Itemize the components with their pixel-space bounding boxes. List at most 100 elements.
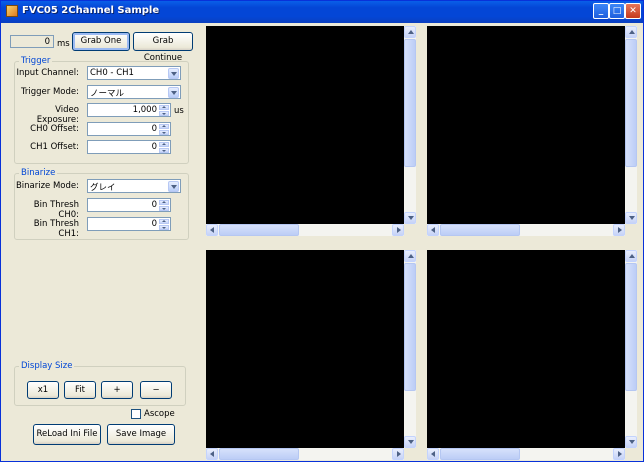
scroll-thumb[interactable] [440, 224, 520, 236]
scroll-up-icon[interactable] [404, 250, 416, 262]
chevron-down-icon[interactable] [168, 181, 179, 192]
spin-up-icon[interactable] [159, 142, 169, 147]
bin-thresh-ch1-value: 0 [151, 219, 157, 229]
grab-time-field: 0 [10, 35, 54, 48]
spin-buttons[interactable] [159, 219, 169, 230]
ch0-offset-label: CH0 Offset: [30, 124, 79, 134]
scroll-right-icon[interactable] [392, 224, 404, 236]
grab-time-value: 0 [44, 37, 50, 47]
spin-buttons[interactable] [159, 142, 169, 153]
bin-thresh-ch0-value: 0 [151, 200, 157, 210]
scroll-up-icon[interactable] [625, 250, 637, 262]
ch1-offset-stepper[interactable]: 0 [87, 140, 171, 154]
image-viewer-4[interactable] [427, 250, 625, 448]
main-window: FVC05 2Channel Sample _ □ ✕ 0 ms Grab On… [0, 0, 644, 462]
input-channel-label: Input Channel: [16, 68, 79, 78]
scroll-corner [404, 448, 416, 460]
video-exposure-stepper[interactable]: 1,000 [87, 103, 171, 117]
image-viewer-1[interactable] [206, 26, 404, 224]
input-channel-select[interactable]: CH0 - CH1 [87, 66, 181, 80]
scroll-thumb[interactable] [219, 224, 299, 236]
scroll-thumb[interactable] [404, 263, 416, 391]
grab-continue-button[interactable]: Grab Continue [133, 32, 193, 63]
scroll-down-icon[interactable] [625, 436, 637, 448]
zoom-out-button[interactable]: − [140, 381, 172, 399]
binarize-mode-select[interactable]: グレイ [87, 179, 181, 193]
bin-thresh-ch0-stepper[interactable]: 0 [87, 198, 171, 212]
scroll-down-icon[interactable] [404, 436, 416, 448]
bin-thresh-ch1-label: Bin Thresh CH1: [33, 219, 79, 239]
bin-thresh-ch0-label: Bin Thresh CH0: [33, 200, 79, 220]
image-viewer-3[interactable] [206, 250, 404, 448]
app-icon [6, 5, 18, 17]
title-bar[interactable]: FVC05 2Channel Sample _ □ ✕ [1, 1, 643, 23]
scroll-corner [625, 224, 637, 236]
scroll-down-icon[interactable] [625, 212, 637, 224]
viewer-4-hscrollbar[interactable] [427, 448, 625, 460]
ascope-label: Ascope [144, 409, 175, 419]
scroll-up-icon[interactable] [625, 26, 637, 38]
scroll-left-icon[interactable] [427, 448, 439, 460]
grab-one-button[interactable]: Grab One [72, 32, 130, 51]
spin-up-icon[interactable] [159, 124, 169, 129]
scroll-right-icon[interactable] [613, 224, 625, 236]
spin-up-icon[interactable] [159, 200, 169, 205]
scroll-thumb[interactable] [219, 448, 299, 460]
scroll-corner [404, 224, 416, 236]
close-icon[interactable]: ✕ [625, 3, 641, 19]
viewer-4-vscrollbar[interactable] [625, 250, 637, 448]
scroll-corner [625, 448, 637, 460]
ascope-checkbox[interactable] [131, 409, 141, 419]
spin-down-icon[interactable] [159, 225, 169, 230]
spin-down-icon[interactable] [159, 148, 169, 153]
ch0-offset-stepper[interactable]: 0 [87, 122, 171, 136]
save-image-button[interactable]: Save Image [107, 424, 175, 445]
scroll-thumb[interactable] [625, 263, 637, 391]
video-exposure-value: 1,000 [132, 105, 157, 115]
trigger-mode-select[interactable]: ノーマル [87, 85, 181, 99]
display-size-group-title: Display Size [19, 361, 75, 371]
maximize-icon[interactable]: □ [609, 3, 625, 19]
video-exposure-unit: us [174, 106, 184, 116]
scroll-thumb[interactable] [625, 39, 637, 167]
scroll-right-icon[interactable] [392, 448, 404, 460]
spin-down-icon[interactable] [159, 111, 169, 116]
spin-up-icon[interactable] [159, 105, 169, 110]
scroll-left-icon[interactable] [206, 448, 218, 460]
scroll-down-icon[interactable] [404, 212, 416, 224]
trigger-mode-value: ノーマル [90, 89, 125, 99]
viewer-1-vscrollbar[interactable] [404, 26, 416, 224]
scroll-right-icon[interactable] [613, 448, 625, 460]
window-title: FVC05 2Channel Sample [22, 5, 160, 16]
spin-buttons[interactable] [159, 124, 169, 135]
viewer-3-vscrollbar[interactable] [404, 250, 416, 448]
ch0-offset-value: 0 [151, 124, 157, 134]
minimize-icon[interactable]: _ [593, 3, 609, 19]
spin-down-icon[interactable] [159, 130, 169, 135]
viewer-2-hscrollbar[interactable] [427, 224, 625, 236]
reload-ini-button[interactable]: ReLoad Ini File [33, 424, 101, 445]
spin-up-icon[interactable] [159, 219, 169, 224]
grab-time-unit: ms [57, 39, 70, 49]
viewer-3-hscrollbar[interactable] [206, 448, 404, 460]
spin-buttons[interactable] [159, 200, 169, 211]
scroll-left-icon[interactable] [206, 224, 218, 236]
zoom-fit-button[interactable]: Fit [64, 381, 96, 399]
chevron-down-icon[interactable] [168, 68, 179, 79]
viewer-2-vscrollbar[interactable] [625, 26, 637, 224]
zoom-in-button[interactable]: + [101, 381, 133, 399]
scroll-thumb[interactable] [440, 448, 520, 460]
image-viewer-2[interactable] [427, 26, 625, 224]
bin-thresh-ch1-stepper[interactable]: 0 [87, 217, 171, 231]
viewer-1-hscrollbar[interactable] [206, 224, 404, 236]
spin-down-icon[interactable] [159, 206, 169, 211]
binarize-mode-label: Binarize Mode: [15, 181, 79, 191]
zoom-x1-button[interactable]: x1 [27, 381, 59, 399]
spin-buttons[interactable] [159, 105, 169, 116]
ch1-offset-value: 0 [151, 142, 157, 152]
scroll-up-icon[interactable] [404, 26, 416, 38]
trigger-mode-label: Trigger Mode: [20, 87, 79, 97]
chevron-down-icon[interactable] [168, 87, 179, 98]
scroll-left-icon[interactable] [427, 224, 439, 236]
scroll-thumb[interactable] [404, 39, 416, 167]
